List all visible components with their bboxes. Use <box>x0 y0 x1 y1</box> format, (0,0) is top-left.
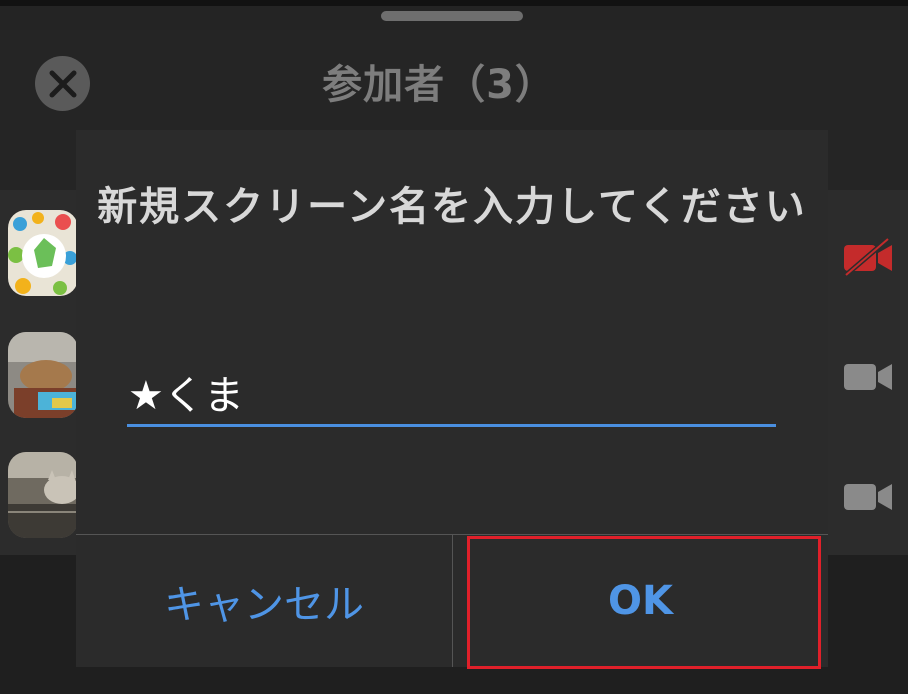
cancel-button[interactable]: キャンセル <box>76 535 452 667</box>
participants-screen: 参加者（3） 新規スクリーン名を入力してください ★くま キャンセル OK <box>0 0 908 694</box>
sheet-grabber[interactable] <box>381 11 523 21</box>
sheet-title: 参加者（3） <box>322 62 556 108</box>
avatar-photo-capybara <box>8 332 78 418</box>
avatar-photo-cat <box>8 452 78 538</box>
input-underline <box>127 424 776 427</box>
participant-avatar[interactable] <box>8 332 78 418</box>
participant-camera-toggle[interactable] <box>842 476 894 516</box>
screen-name-input[interactable] <box>128 360 776 424</box>
camera-icon <box>844 484 892 510</box>
avatar-icon <box>8 210 78 296</box>
participant-camera-toggle[interactable] <box>842 237 894 277</box>
camera-off-icon <box>844 237 892 277</box>
status-strip <box>0 0 908 6</box>
dialog-message: 新規スクリーン名を入力してください <box>97 184 807 230</box>
rename-dialog: 新規スクリーン名を入力してください キャンセル OK <box>76 130 828 667</box>
participant-avatar[interactable] <box>8 210 78 296</box>
participant-camera-toggle[interactable] <box>842 356 894 396</box>
camera-icon <box>844 364 892 390</box>
participant-avatar[interactable] <box>8 452 78 538</box>
ok-button[interactable]: OK <box>453 535 828 667</box>
